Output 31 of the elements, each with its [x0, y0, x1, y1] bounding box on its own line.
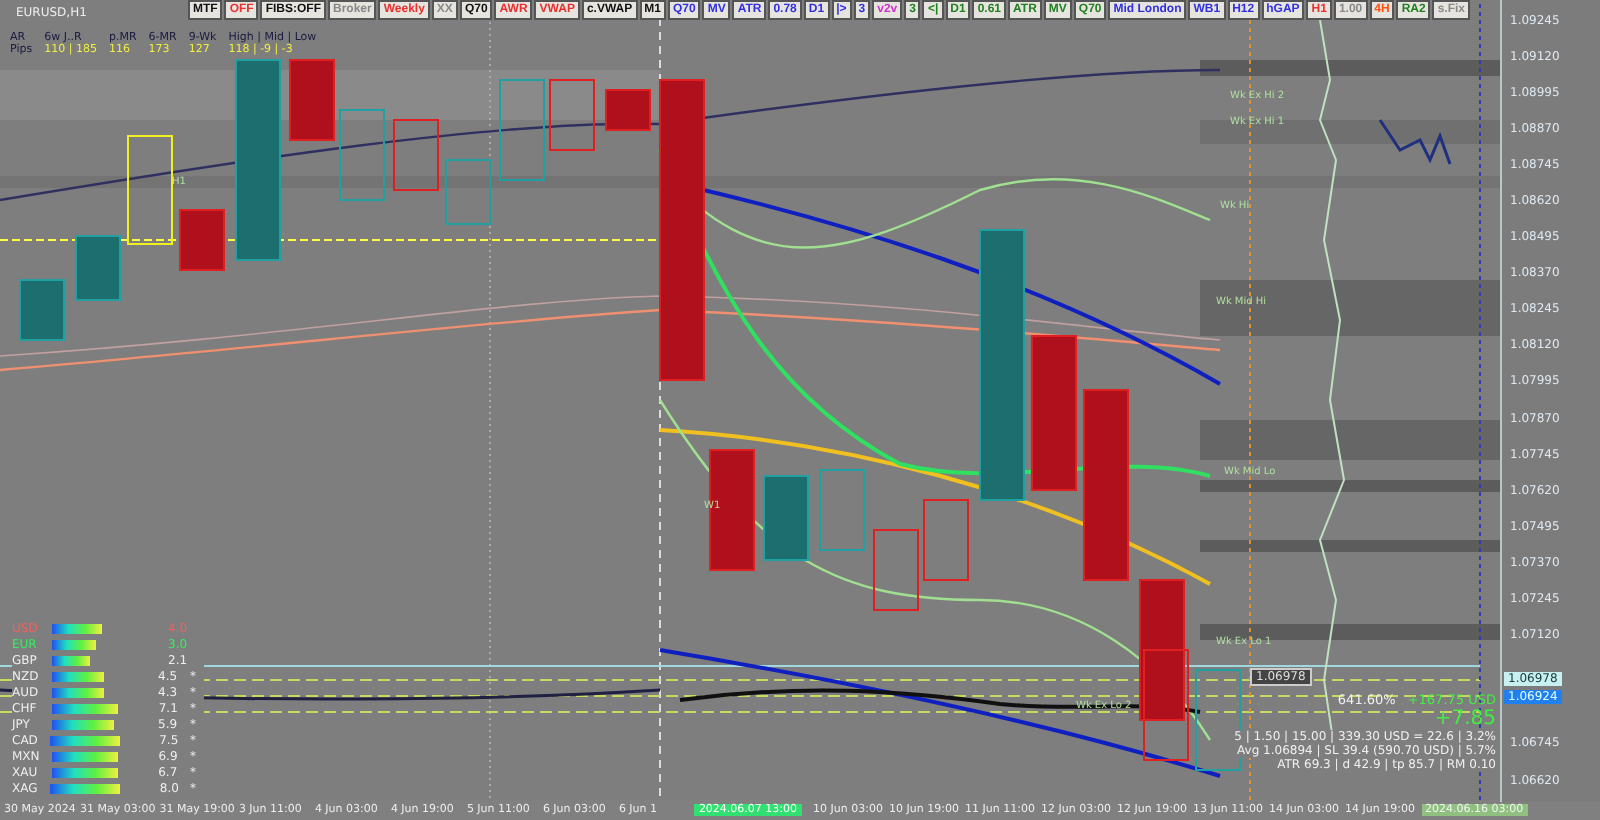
strength-bar: [52, 688, 104, 699]
candle: [289, 59, 335, 141]
strength-bar: [52, 640, 96, 651]
strength-bar: [50, 736, 120, 747]
candle: [763, 475, 809, 561]
candle: [819, 469, 865, 551]
candle: [873, 529, 919, 611]
candle: [339, 109, 385, 201]
candle: [1195, 669, 1241, 771]
candle: [179, 209, 225, 271]
strength-bar: [51, 752, 119, 763]
strength-bar: [52, 656, 90, 667]
candle: [549, 79, 595, 151]
strength-bar: [52, 624, 102, 635]
candle: [605, 89, 651, 131]
candle: [19, 279, 65, 341]
strength-bar: [52, 720, 114, 731]
candle: [75, 235, 121, 301]
candle: [499, 79, 545, 181]
candle: [445, 159, 491, 225]
candle: [127, 135, 173, 245]
strength-bar: [52, 672, 105, 683]
volume-profile-line: [1378, 119, 1452, 165]
strength-bar: [49, 784, 120, 795]
candle: [923, 499, 969, 581]
candle: [393, 119, 439, 191]
strength-bar: [51, 704, 119, 715]
candle: [1143, 649, 1189, 761]
pips-value: +7.85: [1434, 708, 1496, 730]
strength-bar: [51, 768, 119, 779]
candle: [1139, 579, 1185, 721]
